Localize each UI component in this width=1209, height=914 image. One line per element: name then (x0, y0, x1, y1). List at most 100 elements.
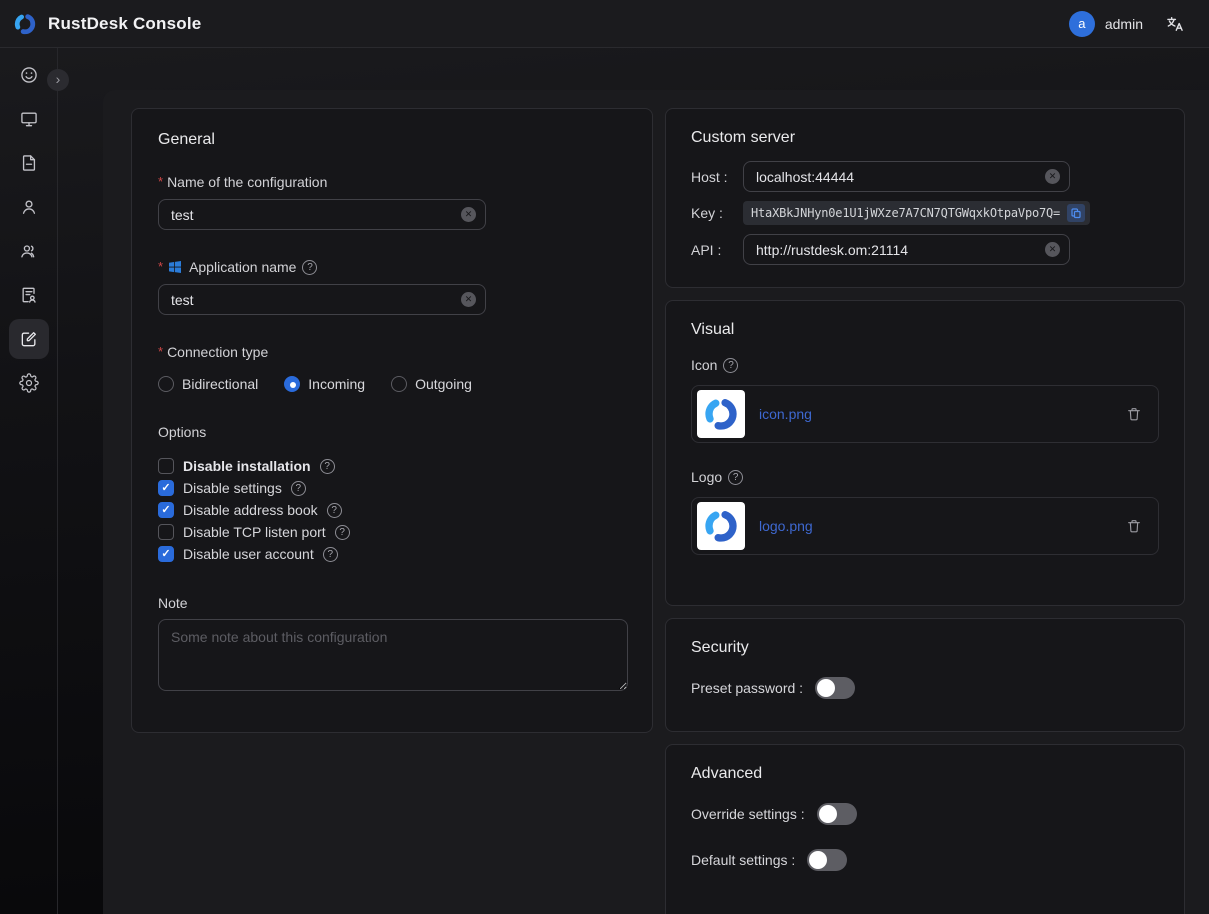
checkbox-label: Disable installation (183, 458, 311, 474)
host-row: Host : ✕ (691, 161, 1159, 192)
connection-type-label: * Connection type (158, 343, 626, 361)
logo-label: Logo ? (691, 469, 1159, 485)
help-icon[interactable]: ? (320, 459, 335, 474)
user-menu[interactable]: a admin (1069, 11, 1143, 37)
checkbox-label: Disable user account (183, 546, 314, 562)
custom-server-card: Custom server Host : ✕ Key : HtaXBkJNHyn… (665, 108, 1185, 288)
host-label: Host : (691, 169, 743, 185)
help-icon[interactable]: ? (723, 358, 738, 373)
topbar: RustDesk Console a admin (0, 0, 1209, 48)
preset-password-toggle[interactable] (815, 677, 855, 699)
required-mark: * (158, 258, 163, 276)
checkbox-disable-installation[interactable]: ✓ Disable installation ? (158, 458, 626, 475)
logo-file-link[interactable]: logo.png (759, 518, 813, 534)
checkbox-icon: ✓ (158, 480, 174, 496)
key-value-chip: HtaXBkJNHyn0e1U1jWXze7A7CN7QTGWqxkOtpaVp… (743, 201, 1090, 225)
override-settings-toggle[interactable] (817, 803, 857, 825)
checkbox-disable-address-book[interactable]: ✓ Disable address book ? (158, 502, 626, 519)
content-wrapper: General * Name of the configuration ✕ * … (103, 90, 1209, 914)
config-name-label-text: Name of the configuration (167, 174, 327, 190)
check-icon: ✓ (161, 505, 170, 516)
app-name-input[interactable] (158, 284, 486, 315)
sidebar-item-devices[interactable] (9, 99, 49, 139)
key-row: Key : HtaXBkJNHyn0e1U1jWXze7A7CN7QTGWqxk… (691, 201, 1159, 225)
host-input[interactable] (743, 161, 1070, 192)
windows-icon (167, 259, 183, 275)
icon-thumbnail (697, 390, 745, 438)
check-icon: ✓ (161, 549, 170, 560)
config-name-input[interactable] (158, 199, 486, 230)
radio-outgoing[interactable]: Outgoing (391, 376, 472, 392)
app-name-label: * Application name ? (158, 258, 626, 276)
note-textarea[interactable] (158, 619, 628, 691)
help-icon[interactable]: ? (327, 503, 342, 518)
sidebar-item-logs[interactable] (9, 275, 49, 315)
connection-type-group: Bidirectional Incoming Outgoing (158, 376, 626, 392)
default-settings-toggle[interactable] (807, 849, 847, 871)
checkbox-icon: ✓ (158, 546, 174, 562)
clear-icon[interactable]: ✕ (1045, 242, 1060, 257)
avatar[interactable]: a (1069, 11, 1095, 37)
default-settings-label: Default settings : (691, 852, 795, 868)
checkbox-icon: ✓ (158, 524, 174, 540)
sidebar-item-dashboard[interactable] (9, 55, 49, 95)
icon-file-link[interactable]: icon.png (759, 406, 812, 422)
sidebar (0, 48, 58, 914)
radio-label: Outgoing (415, 376, 472, 392)
key-value: HtaXBkJNHyn0e1U1jWXze7A7CN7QTGWqxkOtpaVp… (751, 206, 1060, 220)
shell: › General * Name of the configuration ✕ … (0, 48, 1209, 914)
config-name-label: * Name of the configuration (158, 173, 626, 191)
logo-label-text: Logo (691, 469, 722, 485)
monitor-icon (19, 109, 39, 129)
chevron-right-icon: › (56, 69, 61, 89)
user-icon (19, 197, 39, 217)
sidebar-item-custom-client[interactable] (9, 319, 49, 359)
help-icon[interactable]: ? (728, 470, 743, 485)
checkbox-disable-user-account[interactable]: ✓ Disable user account ? (158, 546, 626, 563)
checkbox-label: Disable TCP listen port (183, 524, 326, 540)
help-icon[interactable]: ? (291, 481, 306, 496)
rustdesk-logo-icon (701, 506, 741, 546)
sidebar-expand-button[interactable]: › (47, 69, 69, 91)
default-settings-row: Default settings : (691, 849, 1159, 871)
radio-incoming[interactable]: Incoming (284, 376, 365, 392)
language-translate-icon[interactable] (1165, 14, 1185, 34)
note-label: Note (158, 595, 626, 611)
edit-icon (19, 329, 39, 349)
help-icon[interactable]: ? (335, 525, 350, 540)
trash-icon[interactable] (1126, 518, 1142, 534)
trash-icon[interactable] (1126, 406, 1142, 422)
visual-card: Visual Icon ? icon.png (665, 300, 1185, 606)
username: admin (1105, 16, 1143, 32)
clear-icon[interactable]: ✕ (1045, 169, 1060, 184)
sidebar-item-audit[interactable] (9, 143, 49, 183)
checkbox-disable-settings[interactable]: ✓ Disable settings ? (158, 480, 626, 497)
radio-label: Bidirectional (182, 376, 258, 392)
security-card: Security Preset password : (665, 618, 1185, 732)
options-label-text: Options (158, 424, 206, 440)
checkbox-disable-tcp-listen-port[interactable]: ✓ Disable TCP listen port ? (158, 524, 626, 541)
key-label: Key : (691, 205, 743, 221)
required-mark: * (158, 343, 163, 361)
api-row: API : ✕ (691, 234, 1159, 265)
custom-server-title: Custom server (691, 129, 1159, 147)
connection-type-label-text: Connection type (167, 344, 268, 360)
app-name-input-wrap: ✕ (158, 284, 486, 315)
icon-label-text: Icon (691, 357, 717, 373)
api-input[interactable] (743, 234, 1070, 265)
override-settings-label: Override settings : (691, 806, 805, 822)
radio-bidirectional[interactable]: Bidirectional (158, 376, 258, 392)
security-title: Security (691, 639, 1159, 657)
app-name-label-text: Application name (189, 259, 296, 275)
help-icon[interactable]: ? (323, 547, 338, 562)
checkbox-icon: ✓ (158, 502, 174, 518)
sidebar-item-users[interactable] (9, 187, 49, 227)
sidebar-item-settings[interactable] (9, 363, 49, 403)
config-name-input-wrap: ✕ (158, 199, 486, 230)
sidebar-item-groups[interactable] (9, 231, 49, 271)
help-icon[interactable]: ? (302, 260, 317, 275)
copy-icon[interactable] (1067, 204, 1085, 222)
document-icon (19, 153, 39, 173)
host-input-wrap: ✕ (743, 161, 1070, 192)
gear-icon (19, 373, 39, 393)
